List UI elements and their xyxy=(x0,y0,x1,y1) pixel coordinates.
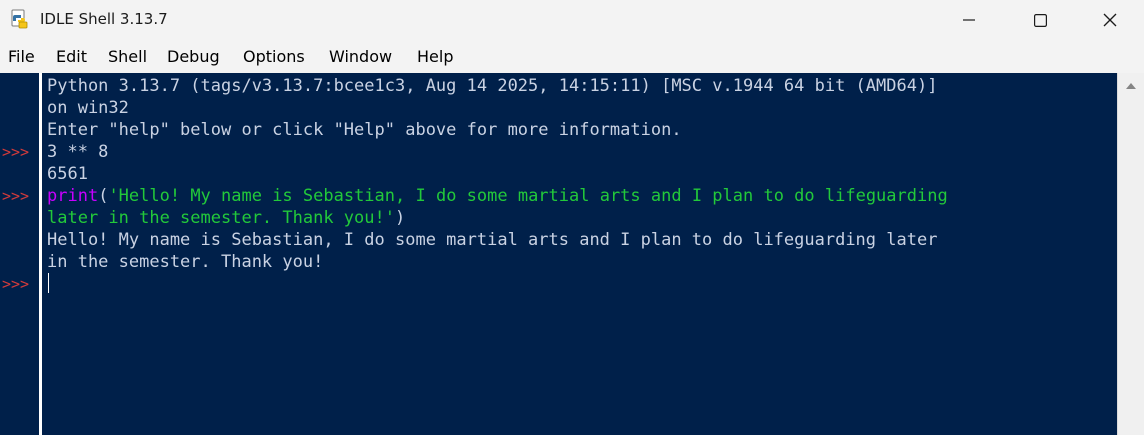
prompt-gutter: >>> >>> >>> xyxy=(0,73,39,435)
maximize-icon xyxy=(1033,13,1047,27)
paren-token: ) xyxy=(395,208,406,228)
menu-help[interactable]: Help xyxy=(417,46,453,68)
menu-bar: File Edit Shell Debug Options Window Hel… xyxy=(0,40,1144,72)
vertical-scrollbar[interactable] xyxy=(1117,73,1144,435)
input-line: 3 ** 8 xyxy=(47,142,109,162)
builtin-token: print xyxy=(47,186,99,206)
shell-output[interactable]: Python 3.13.7 (tags/v3.13.7:bcee1c3, Aug… xyxy=(47,73,1117,435)
menu-options[interactable]: Options xyxy=(243,46,305,68)
output-line: 6561 xyxy=(47,164,88,184)
menu-window[interactable]: Window xyxy=(329,46,392,68)
prompt-marker: >>> xyxy=(2,275,30,293)
prompt-marker: >>> xyxy=(2,187,30,205)
banner-line: on win32 xyxy=(47,98,129,118)
shell-text-area[interactable]: >>> >>> >>> Python 3.13.7 (tags/v3.13.7:… xyxy=(0,73,1144,435)
title-bar[interactable]: IDLE Shell 3.13.7 xyxy=(0,0,1144,40)
banner-line: Python 3.13.7 (tags/v3.13.7:bcee1c3, Aug… xyxy=(47,76,938,96)
close-icon xyxy=(1103,13,1117,27)
maximize-button[interactable] xyxy=(1005,0,1075,40)
gutter-divider xyxy=(39,73,42,435)
string-token: later in the semester. Thank you!' xyxy=(47,208,395,228)
string-token: 'Hello! My name is Sebastian, I do some … xyxy=(108,186,948,206)
idle-shell-window: IDLE Shell 3.13.7 File Edit Shell Debug … xyxy=(0,0,1144,435)
output-line: Hello! My name is Sebastian, I do some m… xyxy=(47,230,938,250)
prompt-marker: >>> xyxy=(2,143,30,161)
minimize-icon xyxy=(963,14,975,26)
menu-file[interactable]: File xyxy=(8,46,35,68)
input-line: later in the semester. Thank you!') xyxy=(47,207,405,229)
menu-edit[interactable]: Edit xyxy=(56,46,87,68)
input-line: print('Hello! My name is Sebastian, I do… xyxy=(47,185,948,207)
python-idle-icon[interactable] xyxy=(9,9,29,29)
menu-debug[interactable]: Debug xyxy=(167,46,220,68)
menu-shell[interactable]: Shell xyxy=(108,46,147,68)
minimize-button[interactable] xyxy=(934,0,1004,40)
close-button[interactable] xyxy=(1075,0,1144,40)
scroll-up-arrow-icon[interactable] xyxy=(1126,83,1136,89)
paren-token: ( xyxy=(98,186,109,206)
text-cursor xyxy=(48,273,49,293)
window-title: IDLE Shell 3.13.7 xyxy=(40,10,168,28)
output-line: in the semester. Thank you! xyxy=(47,252,324,272)
banner-line: Enter "help" below or click "Help" above… xyxy=(47,120,682,140)
